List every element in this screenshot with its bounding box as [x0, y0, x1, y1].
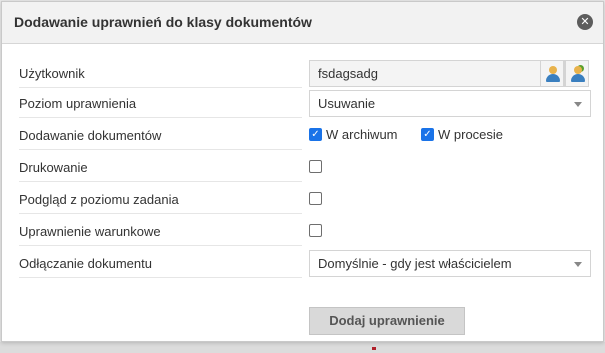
- user-field[interactable]: fsdagsadg: [309, 60, 565, 87]
- conditional-permission-checkbox[interactable]: [309, 224, 322, 237]
- background-mark: [372, 347, 376, 350]
- archive-checkbox[interactable]: ✓: [309, 128, 322, 141]
- dialog-header: Dodawanie uprawnień do klasy dokumentów …: [2, 2, 603, 44]
- user-value: fsdagsadg: [318, 66, 378, 81]
- row-permission-level: Poziom uprawnienia Usuwanie: [2, 90, 602, 122]
- row-detaching-document: Odłączanie dokumentu Domyślnie - gdy jes…: [2, 250, 602, 282]
- printing-label: Drukowanie: [19, 154, 302, 182]
- archive-checkbox-label: W archiwum: [326, 127, 398, 142]
- row-conditional-permission: Uprawnienie warunkowe: [2, 218, 602, 250]
- detaching-document-value: Domyślnie - gdy jest właścicielem: [318, 256, 512, 271]
- row-preview-from-task: Podgląd z poziomu zadania: [2, 186, 602, 218]
- user-group-icon: [571, 65, 585, 82]
- permission-level-label: Poziom uprawnienia: [19, 90, 302, 118]
- permission-level-value: Usuwanie: [318, 96, 376, 111]
- row-adding-documents: Dodawanie dokumentów ✓ W archiwum ✓ W pr…: [2, 122, 602, 154]
- permission-level-select[interactable]: Usuwanie: [309, 90, 591, 117]
- close-icon[interactable]: ✕: [577, 14, 593, 30]
- detaching-document-label: Odłączanie dokumentu: [19, 250, 302, 278]
- chevron-down-icon: [574, 262, 582, 267]
- row-user: Użytkownik fsdagsadg: [2, 60, 602, 92]
- select-group-button[interactable]: [565, 60, 589, 87]
- user-icon: [546, 66, 560, 82]
- row-printing: Drukowanie: [2, 154, 602, 186]
- preview-from-task-checkbox[interactable]: [309, 192, 322, 205]
- add-permission-dialog: Dodawanie uprawnień do klasy dokumentów …: [1, 1, 604, 342]
- user-label: Użytkownik: [19, 60, 302, 88]
- chevron-down-icon: [574, 102, 582, 107]
- preview-from-task-label: Podgląd z poziomu zadania: [19, 186, 302, 214]
- add-permission-button[interactable]: Dodaj uprawnienie: [309, 307, 465, 335]
- process-checkbox[interactable]: ✓: [421, 128, 434, 141]
- adding-documents-label: Dodawanie dokumentów: [19, 122, 302, 150]
- process-checkbox-label: W procesie: [438, 127, 504, 142]
- select-user-button[interactable]: [540, 60, 564, 87]
- dialog-title: Dodawanie uprawnień do klasy dokumentów: [14, 14, 312, 30]
- background-page-strip: [0, 342, 605, 353]
- printing-checkbox[interactable]: [309, 160, 322, 173]
- conditional-permission-label: Uprawnienie warunkowe: [19, 218, 302, 246]
- detaching-document-select[interactable]: Domyślnie - gdy jest właścicielem: [309, 250, 591, 277]
